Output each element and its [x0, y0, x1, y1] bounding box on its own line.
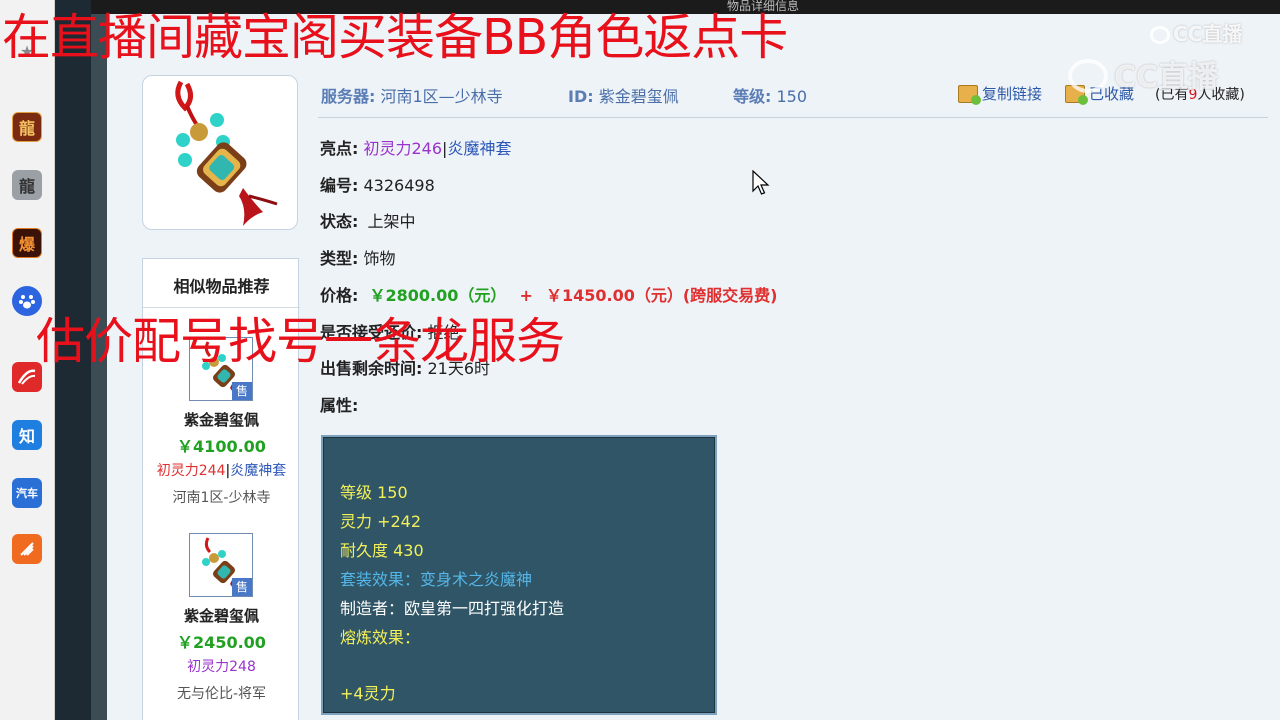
similar-items-title: 相似物品推荐 [173, 277, 270, 296]
highlight-label: 亮点: [320, 139, 359, 158]
game-app-icon[interactable]: 龍 [12, 112, 42, 142]
attr-set-effect: 套装效果：变身术之炎魔神 [340, 570, 533, 589]
similar-item-thumb-2[interactable]: 售 [189, 533, 253, 597]
price-plus: + [519, 286, 533, 305]
number-value: 4326498 [363, 176, 435, 195]
level-label: 等级: [733, 87, 772, 106]
type-label: 类型: [320, 249, 359, 268]
similar-item-name-1[interactable]: 紫金碧玺佩 [143, 409, 300, 430]
copy-link-icon [958, 84, 981, 105]
number-field: 编号: 4326498 [320, 172, 435, 196]
attributes-field: 属性: [320, 392, 358, 416]
server-label: 服务器: [321, 87, 376, 106]
highlight-field: 亮点: 初灵力246|炎魔神套 [320, 135, 511, 159]
zhihu-app-icon[interactable]: 知 [12, 420, 42, 450]
status-label: 状态: [320, 212, 359, 231]
level-info: 等级: 150 [733, 83, 807, 107]
cc-watermark-small-text: CC直播 [1173, 22, 1243, 46]
swoosh-glyph [17, 369, 36, 385]
dragon-app-label: 龍 [18, 177, 35, 196]
highlight-set: 炎魔神套 [447, 139, 512, 158]
car-app-icon[interactable]: 汽车 [12, 478, 42, 508]
price-main: ￥2800.00（元） [369, 286, 507, 305]
similar-item-price-1: ￥4100.00 [177, 437, 266, 456]
mouse-cursor-icon [752, 170, 770, 195]
id-value: 紫金碧玺佩 [598, 87, 679, 106]
attr-spirit: 灵力 +242 [340, 512, 422, 531]
status-value: 上架中 [367, 212, 416, 231]
price-fee: ￥1450.00（元）(跨服交易费) [545, 286, 778, 305]
number-label: 编号: [320, 176, 359, 195]
similar-item-attr-1: 初灵力244|炎魔神套 [143, 460, 300, 480]
similar-item-attr-1a: 初灵力244 [156, 463, 226, 479]
pendant-image [175, 80, 278, 226]
item-image [142, 75, 298, 230]
similar-item-price-2: ￥2450.00 [177, 633, 266, 652]
sold-tag-1: 售 [232, 382, 252, 400]
feather-glyph [20, 542, 34, 556]
paw-glyph [19, 295, 35, 309]
cc-watermark-large: CC直播 [1068, 52, 1218, 96]
cc-logo-large-icon [1068, 59, 1108, 93]
attributes-panel: 等级 150 灵力 +242 耐久度 430 套装效果：变身术之炎魔神 制造者：… [321, 435, 717, 715]
role-id-info: ID: 紫金碧玺佩 [568, 83, 679, 107]
attr-maker: 制造者：欧皇第一四打强化打造 [340, 599, 565, 618]
similar-item-name-2[interactable]: 紫金碧玺佩 [143, 605, 300, 626]
burst-app-icon[interactable]: 爆 [12, 228, 42, 258]
attr-smelt-value: +4灵力 [340, 684, 396, 703]
price-label: 价格: [320, 286, 359, 305]
meta-divider [318, 117, 1268, 118]
sold-tag-2: 售 [232, 578, 252, 596]
similar-title-divider [143, 307, 300, 308]
zhihu-app-label: 知 [18, 427, 35, 446]
server-value: 河南1区—少林寺 [380, 87, 503, 106]
server-info: 服务器: 河南1区—少林寺 [321, 83, 503, 107]
game-app-label: 龍 [18, 119, 35, 138]
type-value: 饰物 [363, 249, 396, 268]
car-app-label: 汽车 [16, 487, 38, 500]
burst-app-label: 爆 [18, 235, 35, 254]
attr-durability: 耐久度 430 [340, 541, 424, 560]
copy-link-button[interactable]: 复制链接 [958, 83, 1043, 105]
feather-app-icon[interactable] [12, 534, 42, 564]
type-field: 类型: 饰物 [320, 245, 396, 269]
cc-logo-small-icon [1150, 26, 1170, 44]
copy-link-label: 复制链接 [982, 85, 1043, 103]
similar-item-attr-2: 初灵力248 [187, 659, 256, 675]
dragon-app-icon[interactable]: 龍 [12, 170, 42, 200]
price-field: 价格: ￥2800.00（元） + ￥1450.00（元）(跨服交易费) [320, 282, 778, 306]
cc-watermark-large-text: CC直播 [1114, 60, 1219, 95]
highlight-spirit: 初灵力246 [363, 139, 443, 158]
screen: ★ 龍 龍 爆 知 汽车 物品详细信息 服务器: 河南1区—少林寺 ID: 紫金… [0, 0, 1280, 720]
attr-level: 等级 150 [340, 483, 408, 502]
cc-watermark-small: CC直播 [1150, 18, 1242, 47]
status-field: 状态: 上架中 [320, 208, 416, 232]
stream-overlay-banner: 在直播间藏宝阁买装备BB角色返点卡 [2, 9, 788, 66]
similar-item-attr-1b: 炎魔神套 [230, 463, 287, 479]
attributes-label: 属性: [320, 396, 359, 415]
similar-item-server-2: 无与伦比-将军 [176, 686, 267, 702]
level-value: 150 [776, 87, 808, 106]
similar-item-server-1: 河南1区-少林寺 [172, 490, 271, 506]
id-label: ID: [568, 87, 594, 106]
attr-smelt-label: 熔炼效果： [340, 628, 421, 647]
stream-overlay-service: 估价配号找号一条龙服务 [36, 313, 565, 370]
